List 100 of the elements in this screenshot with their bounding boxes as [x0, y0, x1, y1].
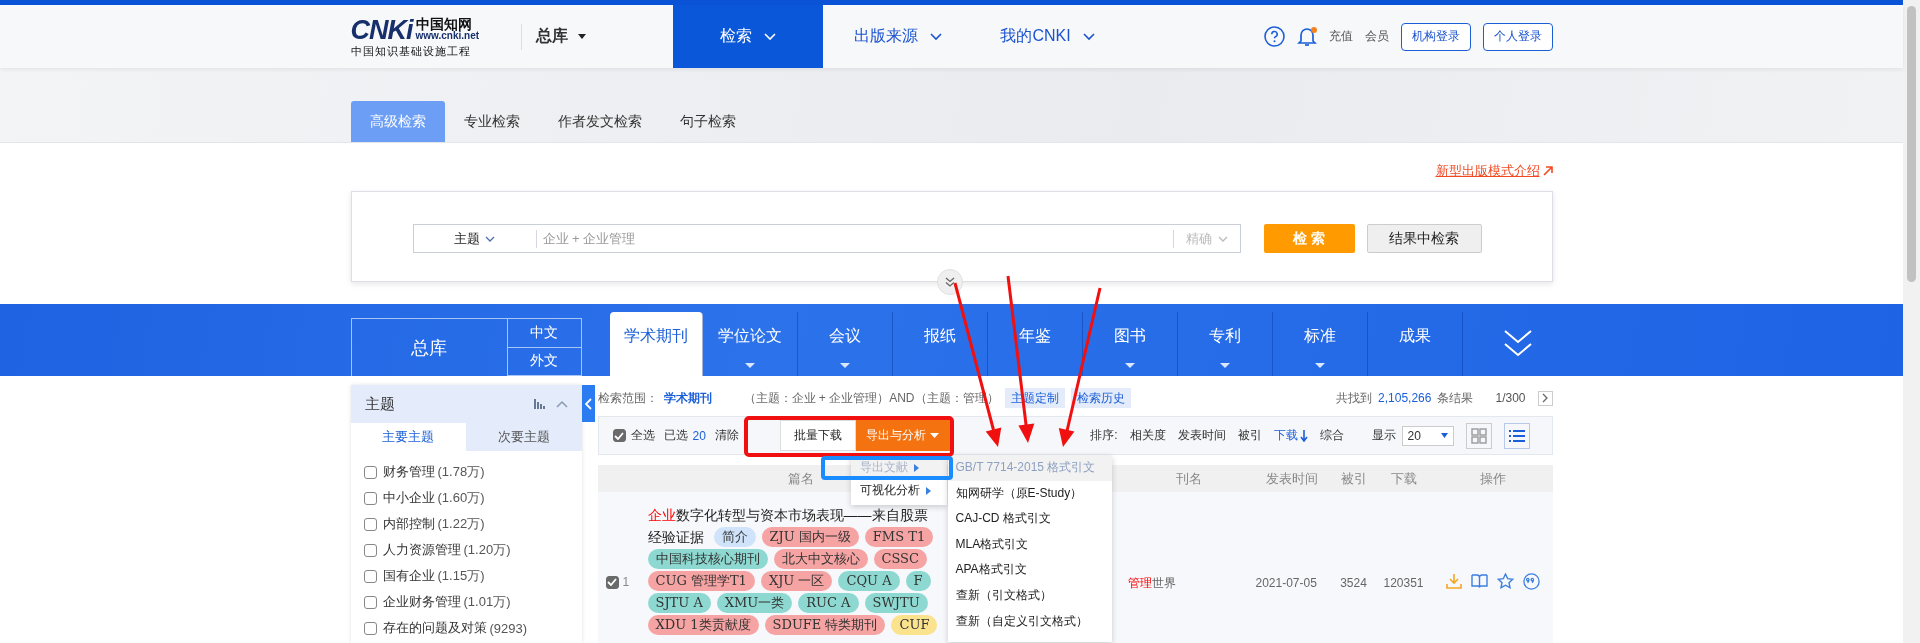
database-label[interactable]: 总库: [351, 319, 507, 376]
journal-tag[interactable]: F: [905, 571, 931, 591]
checkbox[interactable]: [363, 491, 377, 505]
source-tab[interactable]: 专利: [1177, 312, 1273, 376]
article-title-link[interactable]: 经验证据: [647, 526, 704, 548]
expand-button[interactable]: [936, 269, 963, 295]
batch-download-button[interactable]: 批量下载: [779, 420, 856, 451]
search-mode-tab[interactable]: 句子检索: [660, 101, 755, 142]
journal-tag[interactable]: XMU一类: [716, 593, 793, 613]
nav-tab[interactable]: 出版来源: [822, 5, 973, 68]
source-tab[interactable]: 图书: [1082, 312, 1178, 376]
topic-label[interactable]: 内部控制: [382, 515, 435, 533]
journal-tag[interactable]: XDU 1类贡献度: [647, 615, 759, 635]
menu-item[interactable]: APA格式引文: [947, 557, 1112, 583]
scrollbar[interactable]: [1903, 0, 1920, 643]
source-tab[interactable]: 报纸: [892, 312, 988, 376]
journal-tag[interactable]: 简介: [713, 527, 756, 547]
login-button[interactable]: 机构登录: [1400, 22, 1471, 51]
article-title-link[interactable]: 企业数字化转型与资本市场表现——来自股票: [647, 507, 928, 523]
date-cell-text: 2021-07-05: [1254, 575, 1318, 592]
row-checkbox[interactable]: [605, 575, 619, 589]
topic-label[interactable]: 国有企业: [382, 567, 435, 585]
journal-tag[interactable]: 北大中文核心: [773, 549, 868, 569]
download-icon[interactable]: [1446, 573, 1462, 589]
menu-item[interactable]: 查新（引文格式）: [947, 582, 1112, 609]
journal-tag[interactable]: CSSC: [873, 549, 927, 569]
language-button[interactable]: 外文: [506, 347, 581, 376]
field-dropdown[interactable]: 主题: [413, 229, 537, 248]
star-icon[interactable]: [1497, 573, 1514, 589]
source-tab[interactable]: 学位论文: [702, 312, 798, 376]
scope-button[interactable]: 主题定制: [1004, 388, 1065, 408]
login-button[interactable]: 个人登录: [1482, 22, 1553, 51]
journal-tag[interactable]: CQU A: [838, 571, 900, 591]
quote-icon[interactable]: [1523, 573, 1540, 590]
checkbox[interactable]: [363, 543, 377, 557]
search-field[interactable]: 主题 企业 + 企业管理 精确: [412, 224, 1241, 253]
refine-search-button[interactable]: 结果中检索: [1366, 224, 1482, 253]
journal-tag[interactable]: CUF: [891, 615, 938, 635]
journal-tag[interactable]: SJTU A: [647, 593, 711, 613]
journal-tag[interactable]: SDUFE 特类期刊: [764, 615, 886, 635]
chevron-up-icon[interactable]: [555, 400, 568, 408]
header-link[interactable]: 会员: [1364, 28, 1389, 45]
grid-view-button[interactable]: [1465, 422, 1492, 449]
menu-item[interactable]: 可视化分析: [850, 479, 947, 502]
nav-tab[interactable]: 我的CNKI: [972, 5, 1123, 68]
clear-link[interactable]: 清除: [714, 427, 739, 444]
book-icon[interactable]: [1471, 573, 1488, 588]
topic-label[interactable]: 存在的问题及对策: [382, 619, 487, 637]
journal-tag[interactable]: CUG 管理学T1: [647, 571, 755, 591]
database-dropdown[interactable]: 总库: [535, 26, 586, 47]
journal-name[interactable]: 管理世界: [1127, 492, 1250, 592]
topic-label[interactable]: 人力资源管理: [382, 541, 461, 559]
checkbox[interactable]: [363, 465, 377, 479]
source-tab[interactable]: 年鉴: [987, 312, 1083, 376]
filter-tab[interactable]: 次要主题: [466, 423, 582, 451]
scope-button[interactable]: 检索历史: [1070, 388, 1131, 408]
journal-tag[interactable]: FMS T1: [864, 527, 934, 547]
sort-option[interactable]: 相关度: [1129, 427, 1166, 444]
language-button[interactable]: 中文: [506, 319, 581, 348]
checkbox[interactable]: [363, 517, 377, 531]
topic-label[interactable]: 企业财务管理: [382, 593, 461, 611]
source-tab[interactable]: 标准: [1272, 312, 1368, 376]
bar-chart-icon[interactable]: [533, 399, 546, 409]
scrollbar-thumb[interactable]: [1907, 6, 1916, 282]
header-link[interactable]: 充值: [1328, 28, 1353, 45]
journal-tag[interactable]: RUC A: [798, 593, 859, 613]
menu-item[interactable]: 知网研学（原E-Study）: [947, 480, 1112, 507]
source-tab[interactable]: 成果: [1367, 312, 1463, 376]
search-mode-tab[interactable]: 作者发文检索: [538, 101, 661, 142]
journal-tag[interactable]: XJU 一区: [760, 571, 833, 591]
sort-option[interactable]: 发表时间: [1177, 427, 1226, 444]
sort-option[interactable]: 综合: [1319, 427, 1344, 444]
nav-tab[interactable]: 检索: [672, 5, 823, 68]
promo-link[interactable]: 新型出版模式介绍: [1435, 162, 1540, 180]
journal-tag[interactable]: 中国科技核心期刊: [647, 549, 768, 569]
page-size-dropdown[interactable]: 20: [1401, 425, 1454, 446]
source-tab[interactable]: 会议: [797, 312, 893, 376]
next-page-button[interactable]: [1537, 390, 1553, 406]
bell-icon[interactable]: [1296, 26, 1317, 47]
checkbox[interactable]: [363, 569, 377, 583]
checkbox[interactable]: [363, 595, 377, 609]
sort-option[interactable]: 下载: [1273, 427, 1308, 444]
topic-label[interactable]: 中小企业: [382, 489, 435, 507]
sort-option[interactable]: 被引: [1237, 427, 1262, 444]
menu-item[interactable]: 查新（自定义引文格式）: [947, 608, 1112, 635]
select-all-label[interactable]: 全选: [630, 427, 655, 444]
journal-tag[interactable]: SWJTU: [864, 593, 928, 613]
topic-label[interactable]: 财务管理: [382, 463, 435, 481]
source-tab[interactable]: 学术期刊: [609, 312, 703, 376]
caret-icon: [930, 433, 939, 438]
checkbox[interactable]: [363, 621, 377, 635]
select-all-checkbox[interactable]: [612, 429, 626, 442]
journal-tag[interactable]: ZJU 国内一级: [761, 527, 859, 547]
list-view-button[interactable]: [1503, 422, 1530, 449]
double-chevron-icon[interactable]: [1502, 328, 1533, 358]
help-icon[interactable]: [1263, 26, 1285, 47]
menu-item[interactable]: CAJ-CD 格式引文: [947, 506, 1112, 532]
search-mode-tab[interactable]: 专业检索: [444, 101, 539, 142]
menu-item[interactable]: MLA格式引文: [947, 531, 1112, 558]
topic-count: (1.78万): [437, 463, 485, 481]
